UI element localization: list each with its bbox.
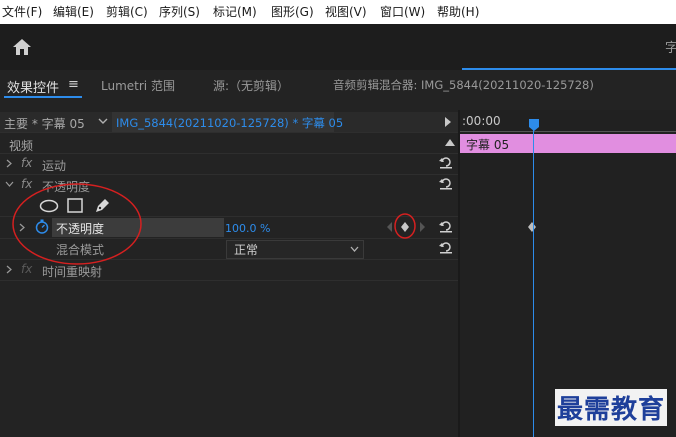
sequence-clip-label[interactable]: IMG_5844(20211020-125728) * 字幕 05 — [116, 115, 343, 131]
playhead-icon[interactable] — [528, 118, 540, 132]
collapse-up-icon[interactable] — [445, 138, 455, 146]
home-bar: 字 — [0, 24, 676, 70]
tab-lumetri-scopes[interactable]: Lumetri 范围 — [101, 77, 175, 94]
menu-window[interactable]: 窗口(W) — [380, 4, 425, 20]
blend-mode-value: 正常 — [234, 243, 259, 257]
video-section-header: 视频 — [9, 139, 34, 153]
expand-arrow-icon[interactable] — [6, 159, 12, 168]
menu-bar: 文件(F) 编辑(E) 剪辑(C) 序列(S) 标记(M) 图形(G) 视图(V… — [0, 0, 676, 24]
fx-badge: fx — [21, 262, 33, 276]
sequence-bar: 主要 * 字幕 05 IMG_5844(20211020-125728) * 字… — [0, 112, 458, 132]
add-keyframe-icon[interactable] — [400, 221, 410, 233]
menu-graphics[interactable]: 图形(G) — [271, 4, 314, 20]
menu-clip[interactable]: 剪辑(C) — [106, 4, 148, 20]
chevron-down-icon[interactable] — [98, 118, 108, 125]
watermark-text: 最需教育 — [555, 389, 668, 426]
reset-icon[interactable] — [439, 178, 453, 190]
home-icon[interactable] — [12, 38, 32, 56]
fx-badge: fx — [21, 156, 33, 170]
workspace-label[interactable]: 字 — [665, 37, 676, 56]
time-remap-label: 时间重映射 — [42, 265, 103, 279]
blend-mode-label: 混合模式 — [56, 243, 105, 257]
tab-menu-icon[interactable]: ≡ — [68, 77, 79, 92]
opacity-value[interactable]: 100.0 % — [225, 222, 270, 235]
menu-sequence[interactable]: 序列(S) — [159, 4, 200, 20]
opacity-effect-label: 不透明度 — [42, 180, 91, 194]
tab-source[interactable]: 源:（无剪辑） — [213, 77, 289, 94]
blend-mode-select[interactable]: 正常 — [226, 240, 364, 259]
clip-label: 字幕 05 — [466, 138, 510, 152]
menu-help[interactable]: 帮助(H) — [437, 4, 479, 20]
menu-view[interactable]: 视图(V) — [325, 4, 367, 20]
timeline-timecode: :00:00 — [462, 114, 501, 128]
timeline-view[interactable]: :00:00 字幕 05 — [460, 110, 676, 437]
master-clip-label[interactable]: 主要 * 字幕 05 — [4, 115, 85, 132]
reset-icon[interactable] — [439, 221, 453, 233]
rectangle-mask-icon[interactable] — [67, 198, 83, 213]
watermark-logo: 最需教育 — [555, 389, 676, 426]
expand-arrow-icon[interactable] — [19, 223, 25, 232]
motion-effect-label: 运动 — [42, 159, 67, 173]
chevron-down-icon — [350, 246, 359, 252]
ellipse-mask-icon[interactable] — [39, 199, 59, 213]
menu-marker[interactable]: 标记(M) — [213, 4, 257, 20]
keyframe-diamond-icon[interactable] — [527, 221, 537, 233]
menu-file[interactable]: 文件(F) — [2, 4, 42, 20]
pen-mask-icon[interactable] — [94, 197, 111, 214]
expand-arrow-icon[interactable] — [6, 265, 12, 274]
fx-badge: fx — [21, 177, 33, 191]
opacity-param-label[interactable]: 不透明度 — [56, 220, 104, 237]
title-clip-bar[interactable]: 字幕 05 — [460, 134, 676, 153]
stopwatch-icon[interactable] — [35, 219, 49, 234]
reset-icon[interactable] — [439, 242, 453, 254]
active-tab-indicator — [4, 96, 82, 98]
collapse-arrow-icon[interactable] — [5, 181, 14, 187]
panel-focus-line — [462, 68, 676, 70]
tab-effect-controls[interactable]: 效果控件 — [7, 77, 59, 96]
reset-icon[interactable] — [439, 157, 453, 169]
playhead-line — [533, 128, 534, 437]
menu-edit[interactable]: 编辑(E) — [53, 4, 94, 20]
tab-audio-clip-mixer[interactable]: 音频剪辑混合器: IMG_5844(20211020-125728) — [333, 77, 594, 93]
play-triangle-icon[interactable] — [444, 117, 452, 127]
